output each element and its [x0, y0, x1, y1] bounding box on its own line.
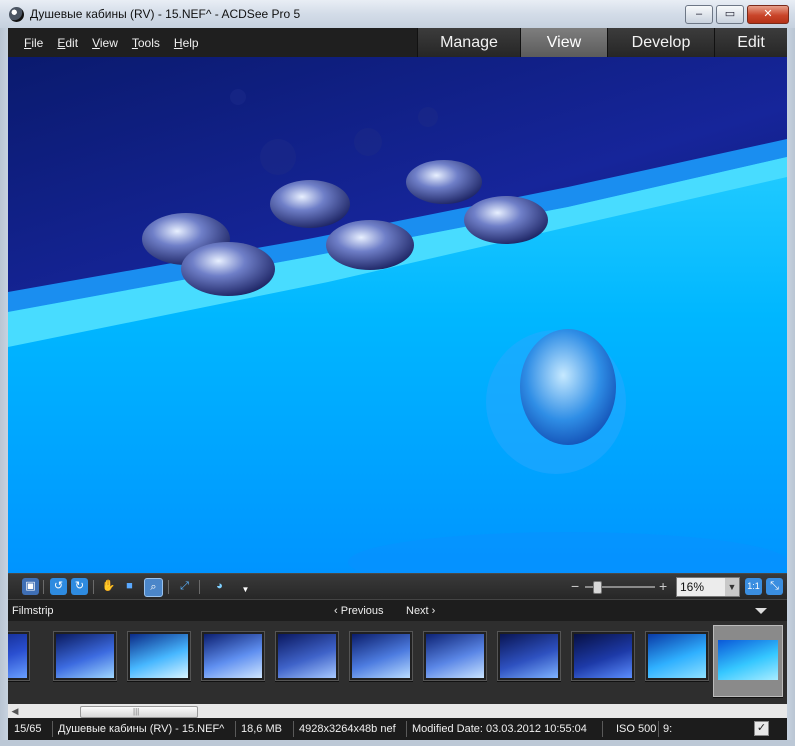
filmstrip-thumbnail[interactable] — [713, 625, 783, 697]
status-separator — [406, 721, 407, 737]
thumbnail-image — [278, 634, 336, 678]
thumbnail-image — [204, 634, 262, 678]
scroll-left-icon[interactable]: ◀ — [8, 704, 22, 718]
next-label: Next — [406, 605, 429, 617]
status-separator — [52, 721, 53, 737]
status-separator — [235, 721, 236, 737]
thumbnail-image — [500, 634, 558, 678]
status-modified-date: Modified Date: 03.03.2012 10:55:04 — [412, 723, 587, 735]
minimize-button[interactable]: ‒ — [685, 5, 713, 24]
acdsee-app-icon[interactable] — [9, 7, 24, 22]
scrollbar-thumb[interactable]: ||| — [80, 706, 198, 718]
menu-bar: File Edit View Tools Help Manage View De… — [8, 28, 787, 57]
thumbnail-image — [718, 640, 778, 680]
filmstrip-scrollbar[interactable]: ◀ ||| — [8, 704, 787, 718]
zoom-thumb[interactable] — [593, 581, 602, 594]
actual-size-icon[interactable]: 1:1 — [745, 578, 762, 595]
close-button[interactable]: ✕ — [747, 5, 789, 24]
previous-button[interactable]: ‹ Previous — [334, 605, 384, 617]
tab-manage[interactable]: Manage — [417, 28, 520, 57]
zoom-out-icon[interactable]: − — [571, 578, 579, 594]
thumbnail-image — [352, 634, 410, 678]
display-icon[interactable]: ▣ — [22, 578, 39, 595]
thumbnail-image — [130, 634, 188, 678]
filmstrip-thumbnail[interactable] — [8, 631, 30, 681]
filmstrip — [8, 621, 787, 704]
photo-bathtub-jets — [8, 57, 787, 573]
tab-edit[interactable]: Edit — [714, 28, 787, 57]
checkmark-icon[interactable]: ✓ — [754, 721, 769, 736]
filmstrip-thumbnail[interactable] — [201, 631, 265, 681]
image-viewer[interactable] — [8, 57, 787, 573]
filmstrip-thumbnail[interactable] — [497, 631, 561, 681]
zoom-in-icon[interactable]: + — [659, 578, 667, 594]
dropdown-arrow-icon[interactable]: ▼ — [237, 581, 254, 598]
toolbar-separator — [199, 580, 200, 594]
filmstrip-header: Filmstrip ‹ Previous Next › — [8, 599, 787, 622]
thumbnail-image — [56, 634, 114, 678]
filmstrip-thumbnail[interactable] — [349, 631, 413, 681]
filmstrip-title: Filmstrip — [12, 605, 54, 617]
zoom-tool-icon[interactable]: ⌕ — [144, 578, 163, 597]
filmstrip-thumbnail[interactable] — [127, 631, 191, 681]
hand-tool-icon[interactable]: ✋ — [100, 578, 117, 595]
status-iso: ISO 500 — [616, 723, 657, 735]
next-button[interactable]: Next › — [406, 605, 435, 617]
menu-tools[interactable]: Tools — [132, 36, 160, 50]
status-separator — [658, 721, 659, 737]
maximize-button[interactable]: ▭ — [716, 5, 744, 24]
menu-edit[interactable]: Edit — [57, 36, 78, 50]
tab-view[interactable]: View — [520, 28, 607, 57]
status-dimensions: 4928x3264x48b nef — [299, 723, 396, 735]
menu-items: File Edit View Tools Help — [24, 36, 199, 50]
toolbar-separator — [43, 580, 44, 594]
menu-view[interactable]: View — [92, 36, 118, 50]
status-bar: 15/65 Душевые кабины (RV) - 15.NEF^ 18,6… — [8, 718, 787, 740]
thumbnail-image — [574, 634, 632, 678]
window-controls: ‒ ▭ ✕ — [685, 5, 789, 24]
fit-to-window-icon[interactable]: ⤡ — [766, 578, 783, 595]
zoom-level-select[interactable]: 16% ▼ — [676, 577, 740, 597]
filmstrip-thumbnail[interactable] — [423, 631, 487, 681]
status-separator — [602, 721, 603, 737]
viewer-toolbar: ▣ ↺ ↻ ✋ ■ ⌕ ⤢ ◕ ▼ − + 16% ▼ 1:1 ⤡ — [8, 573, 787, 600]
scrollbar-grip-icon: ||| — [133, 707, 140, 716]
window-title: Душевые кабины (RV) - 15.NEF^ - ACDSee P… — [30, 7, 301, 21]
tab-develop[interactable]: Develop — [607, 28, 714, 57]
toolbar-separator — [168, 580, 169, 594]
status-filename: Душевые кабины (RV) - 15.NEF^ — [58, 723, 225, 735]
previous-label: Previous — [340, 605, 384, 617]
thumbnail-image — [426, 634, 484, 678]
color-palette-icon[interactable]: ◕ — [211, 578, 228, 595]
status-extra: 9: — [663, 723, 673, 735]
chevron-down-icon[interactable]: ▼ — [725, 578, 739, 596]
collapse-filmstrip-icon[interactable] — [755, 608, 767, 614]
filmstrip-thumbnail[interactable] — [53, 631, 117, 681]
mode-tabs: Manage View Develop Edit — [417, 28, 787, 57]
window-frame-left — [0, 28, 8, 746]
thumbnail-image — [8, 634, 27, 678]
status-separator — [293, 721, 294, 737]
zoom-level-value: 16% — [680, 580, 705, 594]
filmstrip-thumbnail[interactable] — [645, 631, 709, 681]
rotate-left-icon[interactable]: ↺ — [50, 578, 67, 595]
menu-help[interactable]: Help — [174, 36, 199, 50]
select-tool-icon[interactable]: ■ — [121, 578, 138, 595]
thumbnail-image — [648, 634, 706, 678]
window-frame-bottom — [0, 740, 795, 746]
title-bar: Душевые кабины (RV) - 15.NEF^ - ACDSee P… — [0, 0, 795, 29]
menu-file[interactable]: File — [24, 36, 43, 50]
filmstrip-thumbnail[interactable] — [571, 631, 635, 681]
full-screen-icon[interactable]: ⤢ — [176, 578, 193, 595]
image-position: 15/65 — [14, 723, 42, 735]
window-frame-right — [787, 28, 795, 746]
filmstrip-thumbnail[interactable] — [275, 631, 339, 681]
status-filesize: 18,6 MB — [241, 723, 282, 735]
rotate-right-icon[interactable]: ↻ — [71, 578, 88, 595]
toolbar-separator — [93, 580, 94, 594]
zoom-slider[interactable]: − + — [571, 578, 671, 594]
